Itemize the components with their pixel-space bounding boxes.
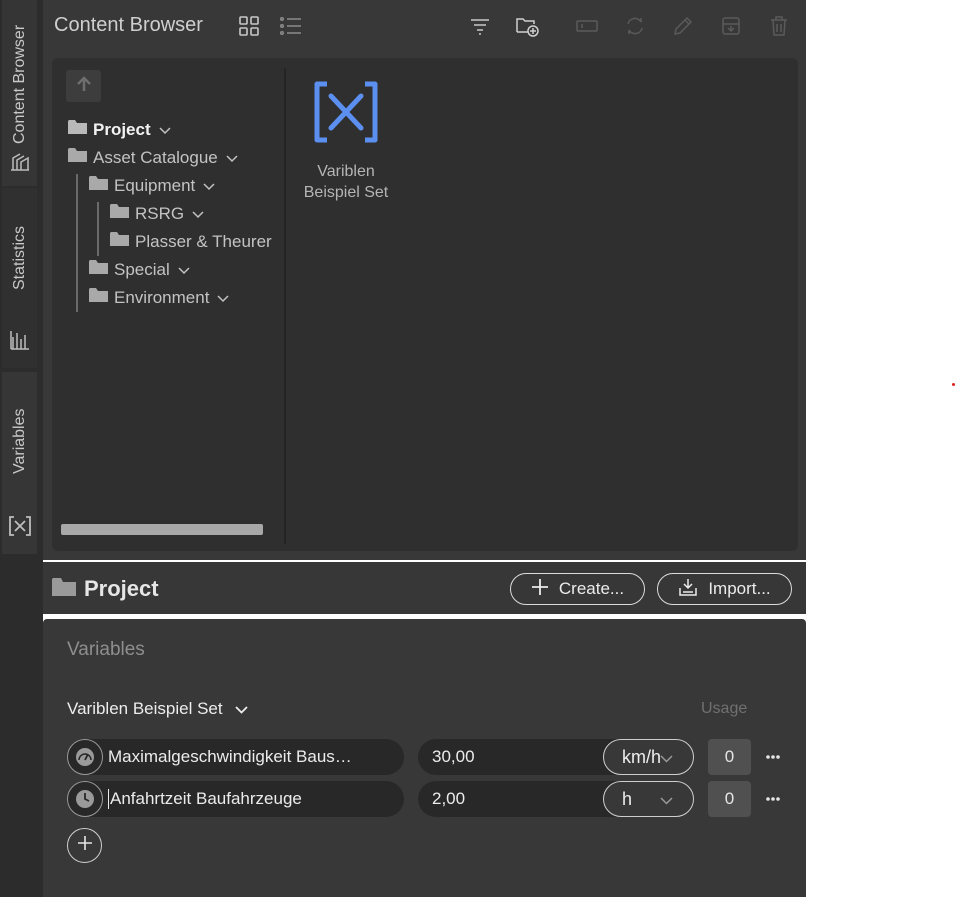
arrow-up-icon	[74, 74, 94, 99]
content-browser-body: Project Asset Catalogue Equipment RSRG P…	[52, 58, 798, 551]
export-icon[interactable]	[719, 14, 743, 38]
chevron-down-icon[interactable]	[226, 148, 238, 168]
speedometer-icon[interactable]	[67, 739, 103, 775]
unit-value: km/h	[622, 746, 660, 767]
tree-item-environment[interactable]: Environment	[89, 287, 229, 308]
tree-item-label: Equipment	[114, 175, 196, 195]
edit-icon[interactable]	[671, 14, 695, 38]
tree-splitter[interactable]	[284, 68, 286, 544]
chevron-down-icon[interactable]	[178, 260, 190, 280]
add-variable-button[interactable]	[67, 828, 102, 863]
tree-item-rsrg[interactable]: RSRG	[110, 203, 204, 224]
folder-icon	[68, 119, 88, 140]
tree-item-plasser-theurer[interactable]: Plasser & Theurer	[110, 231, 272, 252]
filter-icon[interactable]	[468, 14, 492, 38]
variable-name: Maximalgeschwindigkeit Baus…	[108, 747, 352, 766]
variables-heading: Variables	[67, 639, 145, 660]
tree-item-label: Project	[93, 119, 151, 139]
chevron-down-icon	[234, 699, 248, 719]
side-tab-variables[interactable]: Variables	[2, 372, 37, 554]
chevron-down-icon	[660, 747, 673, 768]
side-tab-content-browser[interactable]: Content Browser	[2, 0, 37, 186]
tree-connector	[76, 174, 78, 312]
import-label: Import...	[708, 579, 771, 598]
variable-name-field[interactable]: Maximalgeschwindigkeit Baus…	[67, 739, 404, 775]
usage-count: 0	[708, 739, 751, 775]
variables-icon	[7, 514, 33, 543]
more-options-icon[interactable]	[761, 745, 785, 769]
variable-set-name: Variblen Beispiel Set	[67, 699, 223, 718]
more-options-icon[interactable]	[761, 787, 785, 811]
create-label: Create...	[558, 579, 625, 598]
tree-item-project[interactable]: Project	[68, 119, 171, 140]
project-title: Project	[84, 576, 159, 601]
clock-icon[interactable]	[67, 781, 103, 817]
unit-dropdown[interactable]: km/h	[603, 739, 694, 775]
grid-view-icon[interactable]	[237, 14, 261, 38]
add-folder-icon[interactable]	[515, 14, 539, 38]
plus-icon	[531, 578, 549, 601]
chevron-down-icon[interactable]	[203, 176, 215, 196]
tree-item-label: Environment	[114, 287, 210, 307]
chevron-down-icon[interactable]	[192, 204, 204, 224]
chevron-down-icon	[660, 789, 673, 810]
statistics-icon	[8, 328, 32, 357]
variable-name-field[interactable]: Anfahrtzeit Baufahrzeuge	[67, 781, 404, 817]
side-tab-label: Statistics	[10, 225, 28, 290]
variable-row: Anfahrtzeit Baufahrzeuge 2,00 h 0	[67, 781, 787, 817]
list-view-icon[interactable]	[279, 14, 303, 38]
plus-icon	[77, 835, 93, 856]
tree-connector	[97, 202, 99, 256]
navigate-up-button[interactable]	[66, 70, 101, 102]
tree-item-label: RSRG	[135, 203, 185, 223]
asset-tile-variable-set[interactable]: Variblen Beispiel Set	[290, 80, 402, 203]
import-icon	[678, 577, 698, 602]
folder-icon	[110, 203, 130, 224]
folder-icon	[89, 287, 109, 308]
cursor-marker	[952, 383, 955, 386]
tree-item-special[interactable]: Special	[89, 259, 190, 280]
rename-icon[interactable]	[575, 14, 599, 38]
variable-set-dropdown[interactable]: Variblen Beispiel Set	[67, 699, 248, 719]
content-browser-panel: Content Browser Project Asset Catalogue …	[43, 0, 806, 560]
folder-icon	[89, 175, 109, 196]
variable-row: Maximalgeschwindigkeit Baus… 30,00 km/h …	[67, 739, 787, 775]
content-browser-icon	[8, 150, 32, 179]
side-tab-label: Variables	[10, 408, 28, 474]
tree-item-label: Special	[114, 259, 170, 279]
chevron-down-icon[interactable]	[217, 288, 229, 308]
usage-count: 0	[708, 781, 751, 817]
tree-horizontal-scrollbar[interactable]	[61, 524, 263, 535]
usage-column-header: Usage	[701, 700, 748, 717]
folder-icon	[110, 231, 130, 252]
tree-item-label: Asset Catalogue	[93, 147, 218, 167]
side-tab-statistics[interactable]: Statistics	[2, 188, 37, 368]
side-tab-strip: Content Browser Statistics Variables	[0, 0, 43, 897]
folder-icon	[68, 147, 88, 168]
variable-name: Anfahrtzeit Baufahrzeuge	[108, 789, 370, 809]
asset-label: Variblen Beispiel Set	[303, 163, 389, 201]
project-bar: Project Create... Import...	[43, 562, 806, 614]
refresh-icon[interactable]	[623, 14, 647, 38]
tree-item-equipment[interactable]: Equipment	[89, 175, 215, 196]
folder-icon	[89, 259, 109, 280]
variable-set-icon	[313, 81, 379, 148]
chevron-down-icon[interactable]	[159, 120, 171, 140]
import-button[interactable]: Import...	[657, 573, 792, 605]
delete-icon[interactable]	[767, 14, 791, 38]
unit-dropdown[interactable]: h	[603, 781, 694, 817]
tree-item-label: Plasser & Theurer	[135, 231, 272, 251]
tree-item-asset-catalogue[interactable]: Asset Catalogue	[68, 147, 238, 168]
variables-panel: Variables Variblen Beispiel Set Usage Ma…	[43, 619, 806, 897]
panel-title: Content Browser	[54, 14, 203, 36]
side-tab-label: Content Browser	[10, 24, 28, 144]
folder-icon	[52, 577, 77, 602]
create-button[interactable]: Create...	[510, 573, 645, 605]
unit-value: h	[622, 788, 633, 809]
